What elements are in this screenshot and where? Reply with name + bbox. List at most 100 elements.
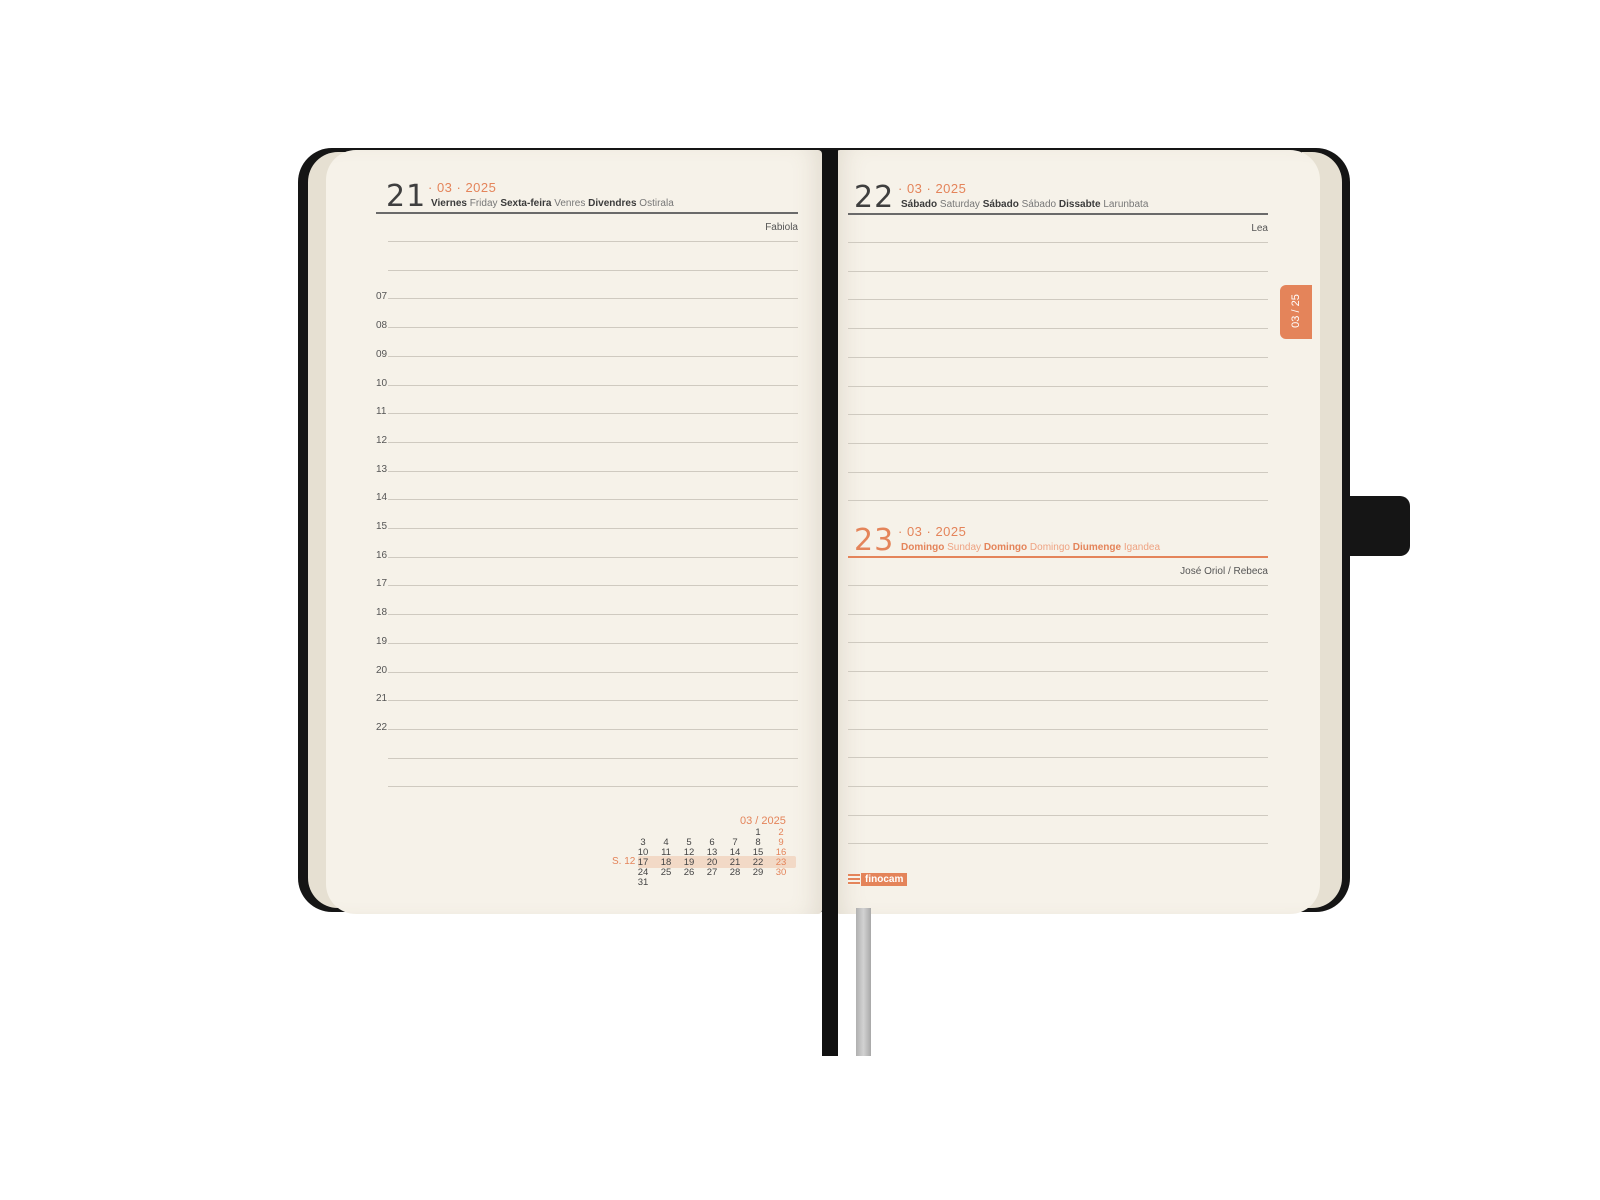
hour-label: 19 [376,636,388,647]
hour-label: 12 [376,435,388,446]
hour-label: 10 [376,378,388,389]
ruled-line [388,672,798,673]
ruled-line [848,299,1268,300]
hour-label: 16 [376,550,388,561]
weekday-name: Dissabte [1058,199,1101,210]
ruled-line [848,786,1268,787]
ruled-line [388,385,798,386]
weekday-name: Ostirala [639,198,674,209]
weekday-name: Larunbata [1103,199,1149,210]
weekday-name: Sunday [947,542,982,553]
saint-name: Fabiola [765,222,798,233]
hour-label: 14 [376,492,388,503]
hour-label: 20 [376,665,388,676]
hour-label: 11 [376,406,387,417]
weekday-name: Sexta-feira [500,198,552,209]
ruled-line [388,356,798,357]
weekday-names: Sábado Saturday Sábado Sábado Dissabte L… [901,199,1148,210]
ruled-line [388,758,798,759]
month-tab[interactable]: 03 / 25 [1280,285,1312,339]
brand-name: finocam [861,873,908,886]
day-number: 21 [386,179,427,214]
ruled-line [388,557,798,558]
header-rule [848,556,1268,558]
hour-label: 21 [376,693,388,704]
silver-ribbon-bookmark[interactable] [856,908,871,1056]
ruled-line [848,614,1268,615]
ruled-line [388,786,798,787]
mini-calendar-header: 03 / 2025 [740,815,786,827]
date-line: · 03 · 2025 [428,180,497,195]
ruled-line [388,528,798,529]
weekday-name: Viernes [431,198,467,209]
elastic-strap[interactable] [1336,496,1410,556]
ruled-line [848,500,1268,501]
calendar-day: 31 [637,877,649,888]
hour-label: 15 [376,521,388,532]
hour-label: 22 [376,722,388,733]
ruled-line [388,614,798,615]
ruled-line [388,298,798,299]
date-line: · 03 · 2025 [898,181,967,196]
calendar-day: 26 [683,867,695,878]
ruled-line [388,729,798,730]
ruled-line [848,443,1268,444]
ruled-line [848,271,1268,272]
left-page [326,150,822,914]
ruled-line [388,700,798,701]
ruled-line [388,442,798,443]
header-rule [848,213,1268,215]
header-rule [376,212,798,214]
ruled-line [388,499,798,500]
ruled-line [388,270,798,271]
weekday-names: Viernes Friday Sexta-feira Venres Divend… [431,198,674,209]
day-number: 23 [854,523,895,558]
hour-label: 08 [376,320,388,331]
weekday-name: Domingo [901,542,945,553]
hour-label: 13 [376,464,388,475]
weekday-name: Sábado [901,199,938,210]
ruled-line [388,471,798,472]
ruled-line [848,357,1268,358]
ruled-line [848,671,1268,672]
ruled-line [848,700,1268,701]
ruled-line [848,729,1268,730]
hour-label: 18 [376,607,388,618]
brand-logo: finocam [848,873,908,886]
date-line: · 03 · 2025 [898,524,967,539]
calendar-day: 29 [752,867,764,878]
day-number: 22 [854,180,895,215]
weekday-name: Venres [554,198,586,209]
saint-name: José Oriol / Rebeca [1180,566,1268,577]
ruled-line [388,643,798,644]
ruled-line [848,843,1268,844]
weekday-name: Diumenge [1072,542,1122,553]
ruled-line [848,328,1268,329]
black-ribbon-bookmark[interactable] [822,150,838,1056]
month-tab-label: 03 / 25 [1290,294,1302,328]
ruled-line [388,241,798,242]
weekday-name: Igandea [1123,542,1161,553]
weekday-name: Sábado [1021,199,1057,210]
hour-label: 09 [376,349,388,360]
calendar-day: 28 [729,867,741,878]
weekday-name: Domingo [983,542,1028,553]
ruled-line [848,414,1268,415]
calendar-day: 25 [660,867,672,878]
calendar-day: 30 [775,867,787,878]
ruled-line [848,642,1268,643]
saint-name: Lea [1251,223,1268,234]
ruled-line [848,585,1268,586]
ruled-line [848,757,1268,758]
weekday-name: Domingo [1029,542,1070,553]
ruled-line [848,386,1268,387]
weekday-name: Divendres [588,198,637,209]
weekday-name: Saturday [939,199,980,210]
ruled-line [388,413,798,414]
ruled-line [388,585,798,586]
hour-label: 17 [376,578,388,589]
weekday-name: Friday [469,198,498,209]
weekday-name: Sábado [982,199,1019,210]
ruled-line [848,815,1268,816]
calendar-day: 27 [706,867,718,878]
